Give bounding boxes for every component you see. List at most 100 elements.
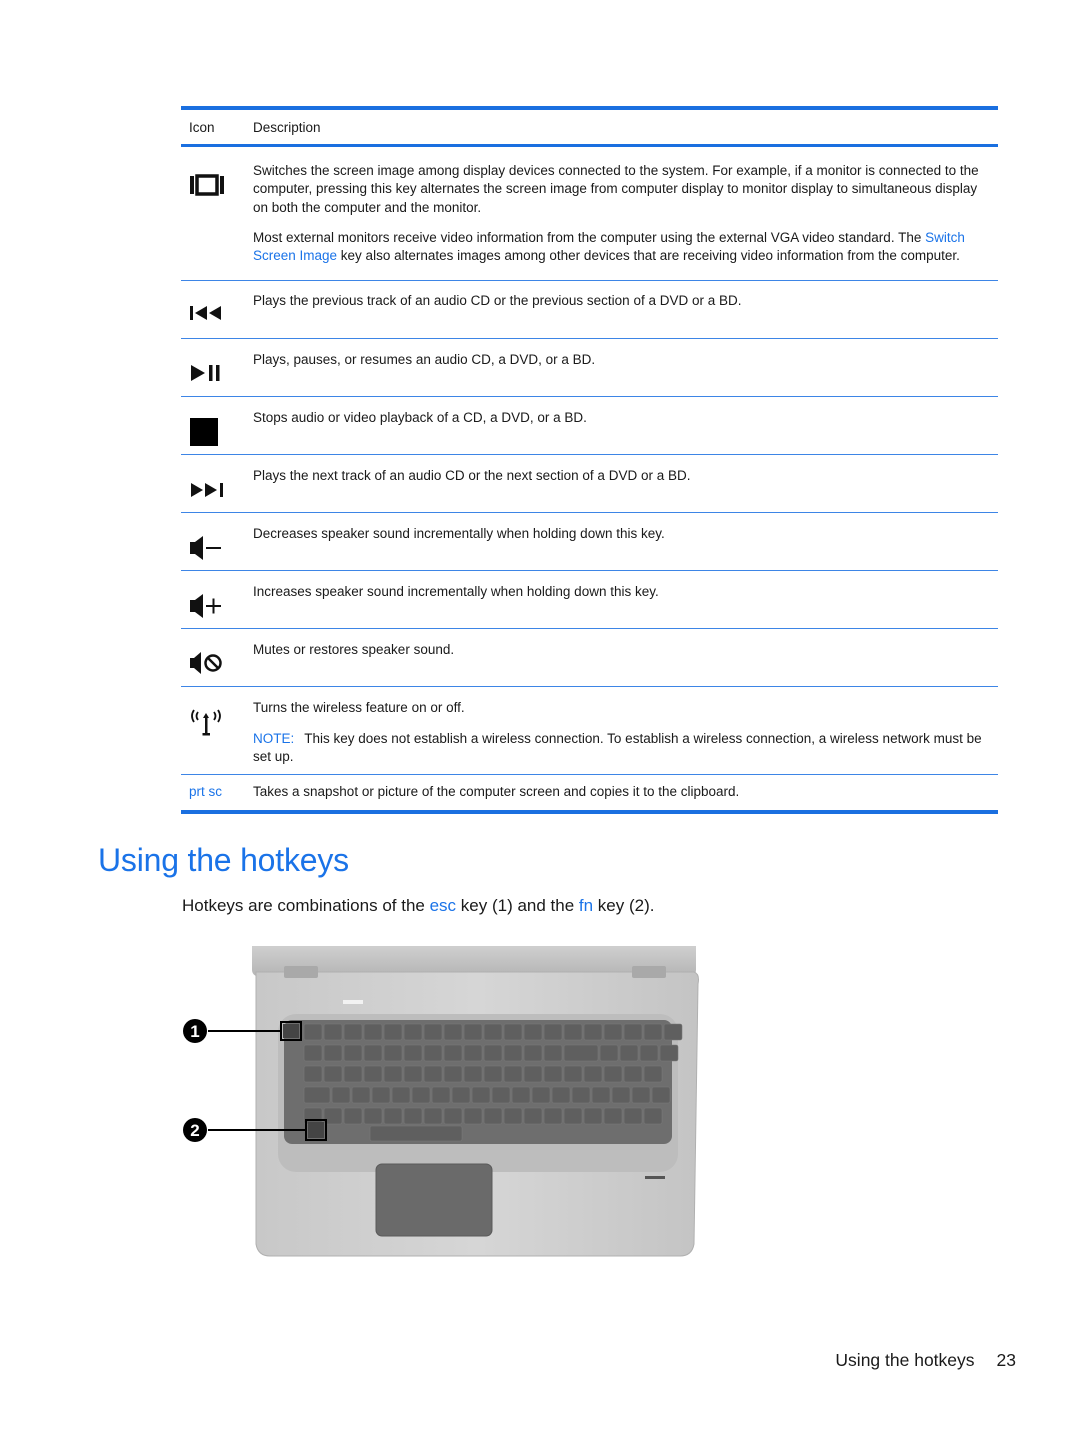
table-row: Decreases speaker sound incrementally wh… (181, 513, 998, 570)
stop-icon (189, 417, 219, 447)
prt-sc-key[interactable]: prt sc (189, 783, 222, 801)
keyboard-key (623, 1023, 643, 1041)
table-row: Mutes or restores speaker sound. (181, 629, 998, 686)
icon-cell (181, 525, 253, 570)
description-cell: Plays, pauses, or resumes an audio CD, a… (253, 351, 998, 396)
text-segment: key (2). (593, 896, 655, 915)
keyboard-key (343, 1044, 363, 1062)
description-paragraph: Decreases speaker sound incrementally wh… (253, 525, 994, 543)
keyboard-key (363, 1107, 383, 1125)
header-description: Description (253, 119, 321, 135)
keyboard-key (591, 1086, 611, 1104)
text-segment: Most external monitors receive video inf… (253, 229, 926, 245)
keyboard-key (463, 1065, 483, 1083)
keyboard-key (411, 1086, 431, 1104)
description-cell: Takes a snapshot or picture of the compu… (253, 783, 998, 801)
table-row: Turns the wireless feature on or off. NOT… (181, 687, 998, 774)
description-paragraph: Turns the wireless feature on or off. (253, 699, 994, 717)
keyboard-key (599, 1044, 619, 1062)
fn-key (308, 1122, 324, 1138)
keyboard-key (583, 1065, 603, 1083)
keyboard-key (523, 1044, 543, 1062)
keyboard-key (323, 1065, 343, 1083)
keyboard-key (543, 1065, 563, 1083)
keyboard-key (371, 1086, 391, 1104)
description-cell: Mutes or restores speaker sound. (253, 641, 998, 686)
keyboard-key (403, 1044, 423, 1062)
table-body: Switches the screen image among display … (181, 147, 998, 810)
keyboard-key (303, 1044, 323, 1062)
description-cell: Plays the previous track of an audio CD … (253, 292, 998, 338)
keyboard-key (551, 1086, 571, 1104)
intro-paragraph: Hotkeys are combinations of the esc key … (182, 896, 654, 916)
keyboard-key (483, 1023, 503, 1041)
keyboard-key (351, 1086, 371, 1104)
keyboard-key (659, 1044, 679, 1062)
keyboard-key (383, 1065, 403, 1083)
keyboard-key (603, 1107, 623, 1125)
description-cell: Decreases speaker sound incrementally wh… (253, 525, 998, 570)
keyboard-key (383, 1023, 403, 1041)
description-cell: Turns the wireless feature on or off. NOT… (253, 699, 998, 766)
keyboard-key (619, 1044, 639, 1062)
description-paragraph: Takes a snapshot or picture of the compu… (253, 783, 994, 801)
text-segment: Mutes or restores speaker sound. (253, 642, 455, 658)
keyboard-key (603, 1023, 623, 1041)
table-row: Switches the screen image among display … (181, 147, 998, 280)
keyboard-key (643, 1107, 663, 1125)
keyboard-key (503, 1065, 523, 1083)
keyboard-key (403, 1065, 423, 1083)
keyboard-key (363, 1023, 383, 1041)
table-row: prt sc Takes a snapshot or picture of the… (181, 775, 998, 809)
keyboard-key (343, 1107, 363, 1125)
keyboard-key (483, 1044, 503, 1062)
callout-2-label: 2 (190, 1121, 199, 1140)
text-segment: Switches the screen image among display … (253, 163, 979, 215)
keyboard-key (523, 1107, 543, 1125)
table-row: Plays the next track of an audio CD or t… (181, 455, 998, 512)
keyboard-key (583, 1023, 603, 1041)
keyboard-key (431, 1086, 451, 1104)
keyboard-key (651, 1086, 671, 1104)
keyboard-key (443, 1065, 463, 1083)
text-segment: Plays the next track of an audio CD or t… (253, 468, 691, 484)
callout-1-label: 1 (190, 1022, 199, 1041)
keyboard-key (563, 1107, 583, 1125)
keyboard-key (483, 1065, 503, 1083)
description-paragraph: Plays the previous track of an audio CD … (253, 292, 994, 310)
cross-reference-link[interactable]: fn (579, 896, 593, 915)
keyboard-key (503, 1044, 523, 1062)
keyboard-key (623, 1107, 643, 1125)
keyboard-key (563, 1044, 599, 1062)
keyboard-key (363, 1044, 383, 1062)
text-segment: Turns the wireless feature on or off. (253, 700, 465, 716)
text-segment: Takes a snapshot or picture of the compu… (253, 784, 740, 800)
hotkey-table: Icon Description Switches the screen ima… (181, 106, 998, 814)
keyboard-key (611, 1086, 631, 1104)
icon-cell (181, 351, 253, 396)
keyboard-key (331, 1086, 351, 1104)
mute-icon (189, 651, 225, 675)
cross-reference-link[interactable]: esc (430, 896, 456, 915)
left-hinge (284, 966, 318, 978)
keyboard-key (643, 1023, 663, 1041)
keyboard-key (531, 1086, 551, 1104)
keyboard-key (603, 1065, 623, 1083)
keyboard-key (483, 1107, 503, 1125)
keyboard-key (383, 1107, 403, 1125)
keyboard-key (443, 1044, 463, 1062)
keyboard-key (343, 1023, 363, 1041)
next-track-icon (189, 481, 225, 499)
description-paragraph: Plays the next track of an audio CD or t… (253, 467, 994, 485)
keyboard-key (543, 1044, 563, 1062)
keyboard-key (423, 1023, 443, 1041)
play-pause-icon (189, 363, 225, 383)
keyboard-key (543, 1023, 563, 1041)
page-number: 23 (996, 1350, 1016, 1370)
keyboard-key (403, 1023, 423, 1041)
text-segment: Hotkeys are combinations of the (182, 896, 430, 915)
icon-cell (181, 467, 253, 512)
touchpad (375, 1163, 493, 1237)
keyboard-figure: 1 2 (180, 944, 700, 1260)
indicator-light (343, 1000, 363, 1004)
